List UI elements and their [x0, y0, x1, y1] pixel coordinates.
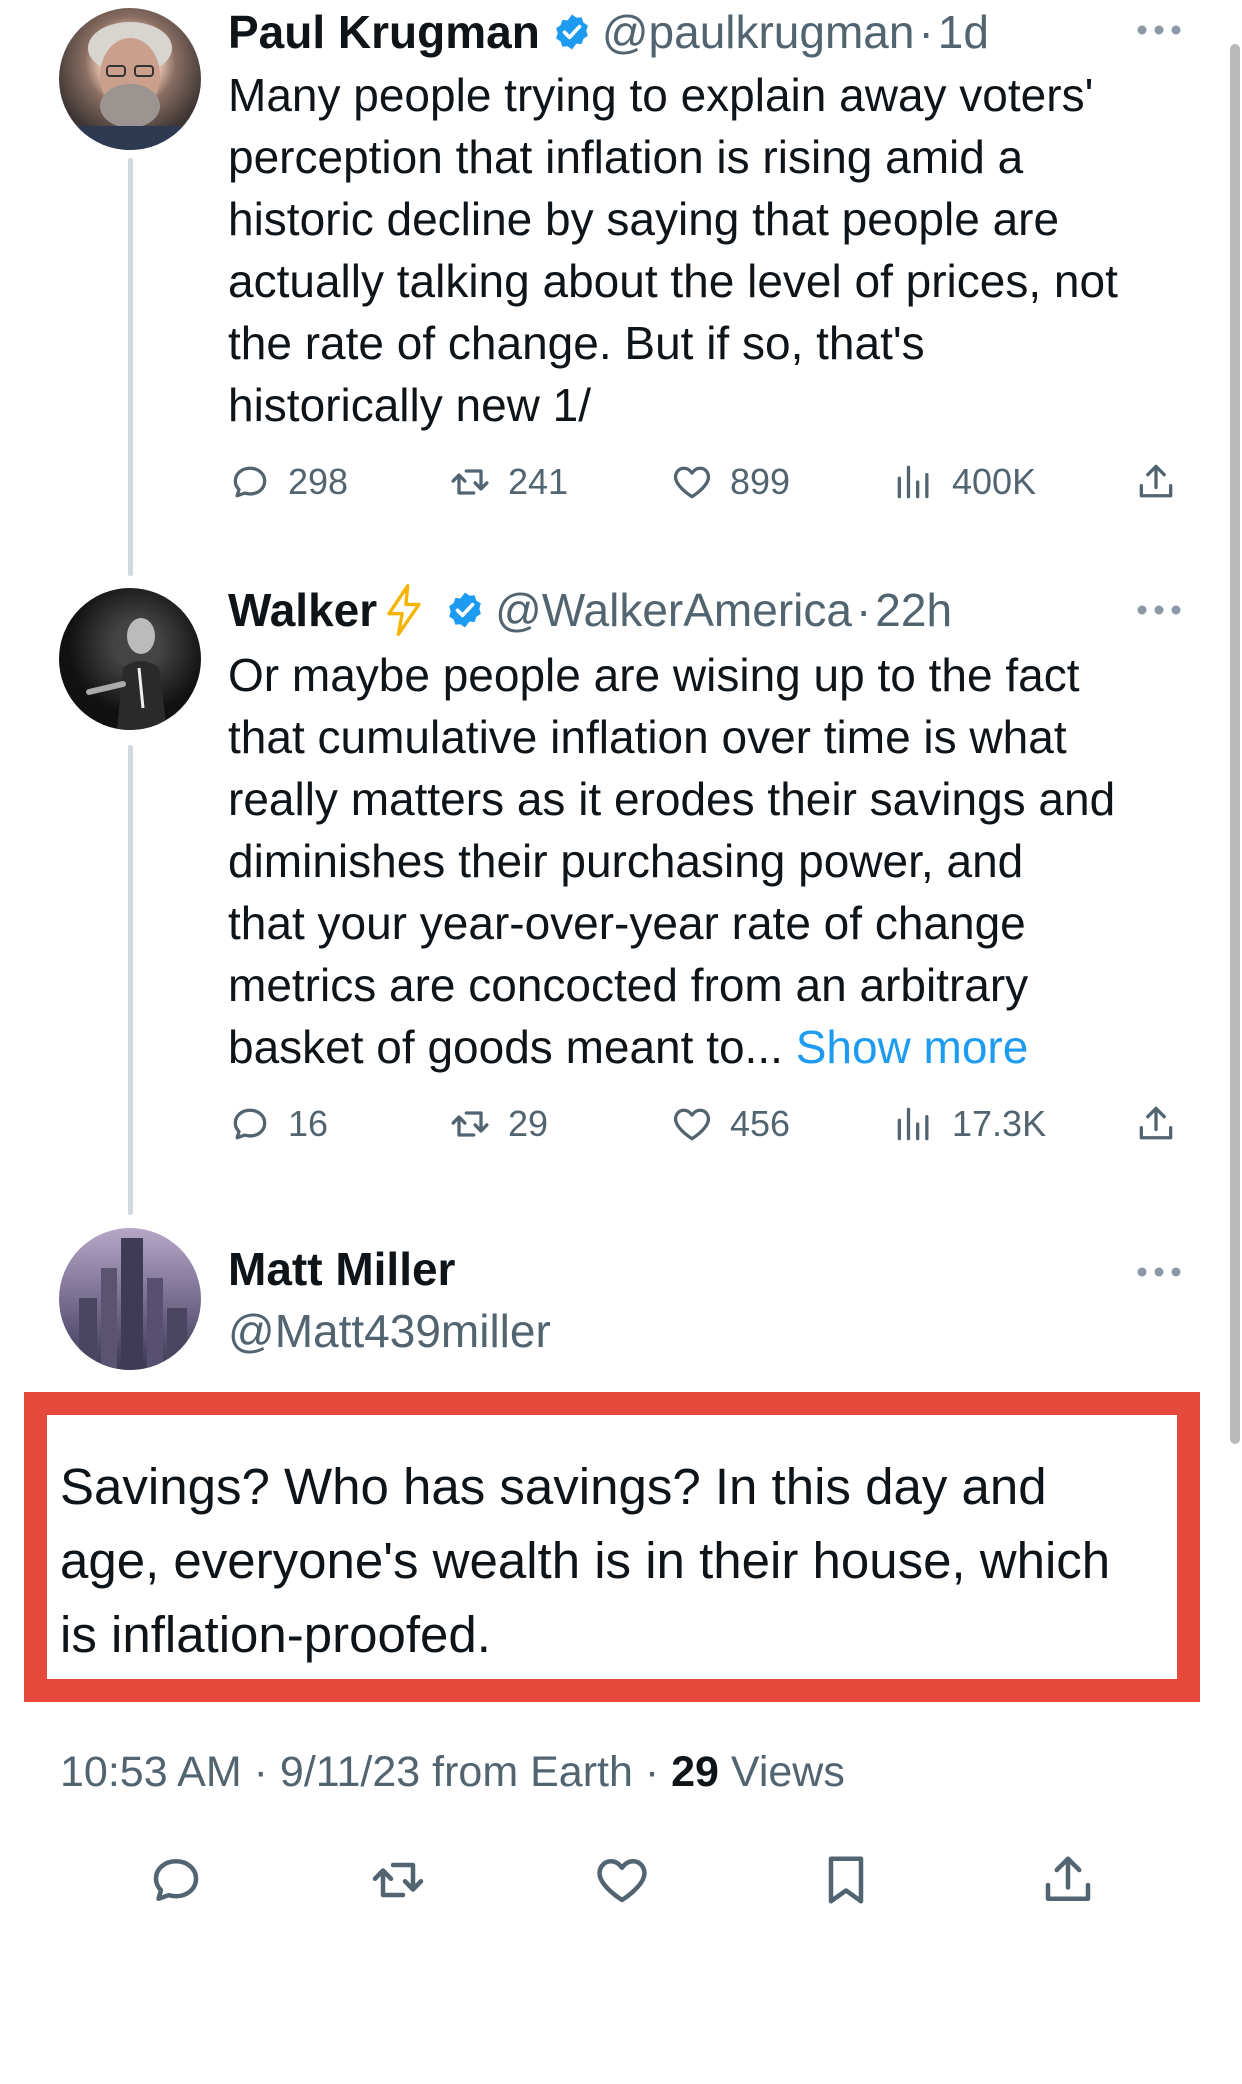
thread-line — [128, 745, 133, 1215]
bookmark-icon[interactable] — [816, 1850, 876, 1910]
repost-button[interactable]: 29 — [448, 1102, 548, 1146]
author-name[interactable]: Paul Krugman — [228, 5, 540, 59]
separator-dot: · — [644, 1748, 672, 1796]
author-handle[interactable]: @Matt439miller — [228, 1304, 551, 1358]
verified-icon — [445, 590, 485, 630]
reply-count: 298 — [288, 461, 349, 502]
like-count: 456 — [730, 1103, 791, 1144]
avatar-speaker-image — [86, 618, 167, 730]
share-icon — [1134, 460, 1178, 504]
share-icon — [1134, 1102, 1178, 1146]
reply-button[interactable]: 16 — [228, 1102, 328, 1146]
repost-button[interactable]: 241 — [448, 460, 568, 504]
tweet-header: Walker @WalkerAmerica · 22h — [228, 582, 952, 638]
more-icon[interactable] — [1136, 24, 1182, 36]
tweet-text-content: Or maybe people are wising up to the fac… — [228, 649, 1116, 1073]
like-icon — [670, 460, 714, 504]
views-count: 29 — [671, 1748, 719, 1796]
avatar-walker[interactable] — [59, 588, 201, 730]
tweet-text: Or maybe people are wising up to the fac… — [228, 644, 1188, 1078]
like-count: 899 — [730, 461, 791, 502]
reply-icon[interactable] — [146, 1850, 206, 1910]
share-button[interactable] — [1134, 460, 1178, 504]
tweet-text: Savings? Who has savings? In this day an… — [60, 1458, 1111, 1663]
like-button[interactable]: 899 — [670, 460, 790, 504]
views-count: 400K — [952, 461, 1037, 502]
separator-dot: · — [253, 1748, 280, 1796]
views-button[interactable]: 400K — [892, 460, 1036, 504]
tweet-time[interactable]: 22h — [875, 583, 952, 637]
repost-count: 29 — [508, 1103, 549, 1144]
author-handle[interactable]: @WalkerAmerica — [495, 583, 852, 637]
show-more-link[interactable]: Show more — [796, 1021, 1029, 1073]
views-icon — [892, 460, 936, 504]
scrollbar[interactable] — [1230, 44, 1240, 1444]
tweet-metadata: 10:53 AM · 9/11/23 from Earth · 29 Views — [60, 1748, 845, 1797]
tweet-header: Paul Krugman @paulkrugman · 1d — [228, 4, 989, 60]
reply-button[interactable]: 298 — [228, 460, 348, 504]
avatar-matt-miller[interactable] — [59, 1228, 201, 1370]
separator-dot: · — [918, 6, 934, 58]
like-icon[interactable] — [592, 1850, 652, 1910]
tweet-text: Many people trying to explain away voter… — [228, 69, 1118, 431]
repost-icon — [448, 460, 492, 504]
author-handle[interactable]: @paulkrugman — [602, 5, 915, 59]
share-icon[interactable] — [1038, 1850, 1098, 1910]
tweet-time[interactable]: 1d — [938, 5, 989, 59]
views-icon — [892, 1102, 936, 1146]
avatar-paul-krugman[interactable] — [59, 8, 201, 150]
tweet-date[interactable]: 9/11/23 — [280, 1748, 420, 1796]
tweet-actions: 298 241 899 400K — [228, 460, 1188, 510]
reply-icon — [228, 1102, 272, 1146]
tweet-actions: 16 29 456 17.3K — [228, 1102, 1188, 1152]
avatar-face-image — [79, 22, 181, 150]
views-label: Views — [730, 1748, 845, 1796]
like-button[interactable]: 456 — [670, 1102, 790, 1146]
more-icon[interactable] — [1136, 1266, 1182, 1278]
lightning-icon — [387, 584, 421, 636]
repost-count: 241 — [508, 461, 569, 502]
repost-icon[interactable] — [368, 1850, 428, 1910]
separator-dot: · — [855, 584, 872, 636]
views-button[interactable]: 17.3K — [892, 1102, 1046, 1146]
tweet-time[interactable]: 10:53 AM — [60, 1748, 242, 1796]
repost-icon — [448, 1102, 492, 1146]
views-count: 17.3K — [952, 1103, 1047, 1144]
verified-icon — [552, 12, 592, 52]
reply-count: 16 — [288, 1103, 329, 1144]
author-name[interactable]: Matt Miller — [228, 1242, 455, 1296]
source-label: from Earth — [432, 1748, 633, 1796]
like-icon — [670, 1102, 714, 1146]
author-name[interactable]: Walker — [228, 583, 377, 637]
reply-icon — [228, 460, 272, 504]
share-button[interactable] — [1134, 1102, 1178, 1146]
avatar-city-image — [79, 1238, 187, 1370]
thread-line — [128, 158, 133, 576]
more-icon[interactable] — [1136, 604, 1182, 616]
